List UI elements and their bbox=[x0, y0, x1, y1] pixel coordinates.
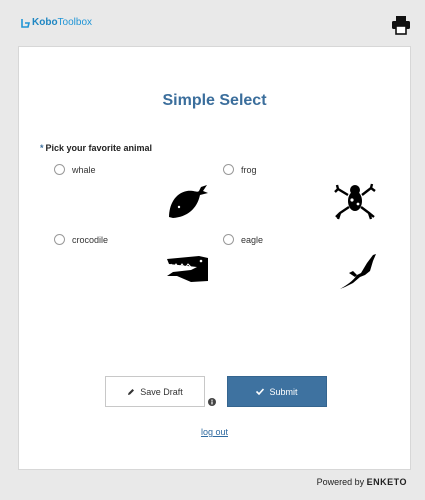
pencil-icon bbox=[128, 388, 135, 395]
form-title: Simple Select bbox=[162, 92, 267, 109]
save-draft-button[interactable]: Save Draft bbox=[105, 376, 205, 407]
radio-frog[interactable] bbox=[223, 164, 234, 175]
top-bar: Kobo Toolbox bbox=[0, 0, 425, 46]
logout-link[interactable]: log out bbox=[19, 427, 410, 437]
frog-image bbox=[334, 183, 376, 220]
radio-whale[interactable] bbox=[54, 164, 65, 175]
option-frog[interactable]: frog bbox=[223, 164, 257, 175]
powered-by-text: Powered by bbox=[316, 477, 365, 487]
option-crocodile[interactable]: crocodile bbox=[54, 234, 108, 245]
option-eagle[interactable]: eagle bbox=[223, 234, 263, 245]
save-draft-label: Save Draft bbox=[140, 386, 183, 397]
required-marker: * bbox=[40, 143, 44, 153]
option-label-frog: frog bbox=[241, 164, 257, 175]
submit-label: Submit bbox=[269, 386, 298, 397]
logo-text-kobo: Kobo bbox=[32, 17, 58, 28]
form-card: Simple Select * Pick your favorite animal… bbox=[18, 46, 411, 470]
crocodile-image bbox=[167, 256, 208, 282]
whale-image bbox=[169, 185, 208, 218]
eagle-image bbox=[340, 254, 376, 289]
option-label-eagle: eagle bbox=[241, 234, 264, 245]
powered-by-enketo[interactable]: Powered by ENKETO bbox=[317, 477, 407, 487]
question-text: Pick your favorite animal bbox=[45, 143, 153, 153]
info-icon[interactable] bbox=[208, 398, 216, 406]
kobotoolbox-logo[interactable]: Kobo Toolbox bbox=[21, 17, 92, 28]
kobo-logo-icon bbox=[21, 18, 30, 28]
radio-crocodile[interactable] bbox=[54, 234, 65, 245]
question-label: * Pick your favorite animal bbox=[40, 143, 152, 153]
print-icon[interactable] bbox=[391, 15, 411, 35]
option-label-whale: whale bbox=[72, 164, 96, 175]
option-whale[interactable]: whale bbox=[54, 164, 96, 175]
submit-button[interactable]: Submit bbox=[227, 376, 327, 407]
checkmark-icon bbox=[256, 388, 265, 395]
radio-eagle[interactable] bbox=[223, 234, 234, 245]
logo-text-toolbox: Toolbox bbox=[57, 17, 93, 28]
enketo-brand: ENKETO bbox=[366, 477, 407, 487]
option-label-crocodile: crocodile bbox=[72, 234, 109, 245]
